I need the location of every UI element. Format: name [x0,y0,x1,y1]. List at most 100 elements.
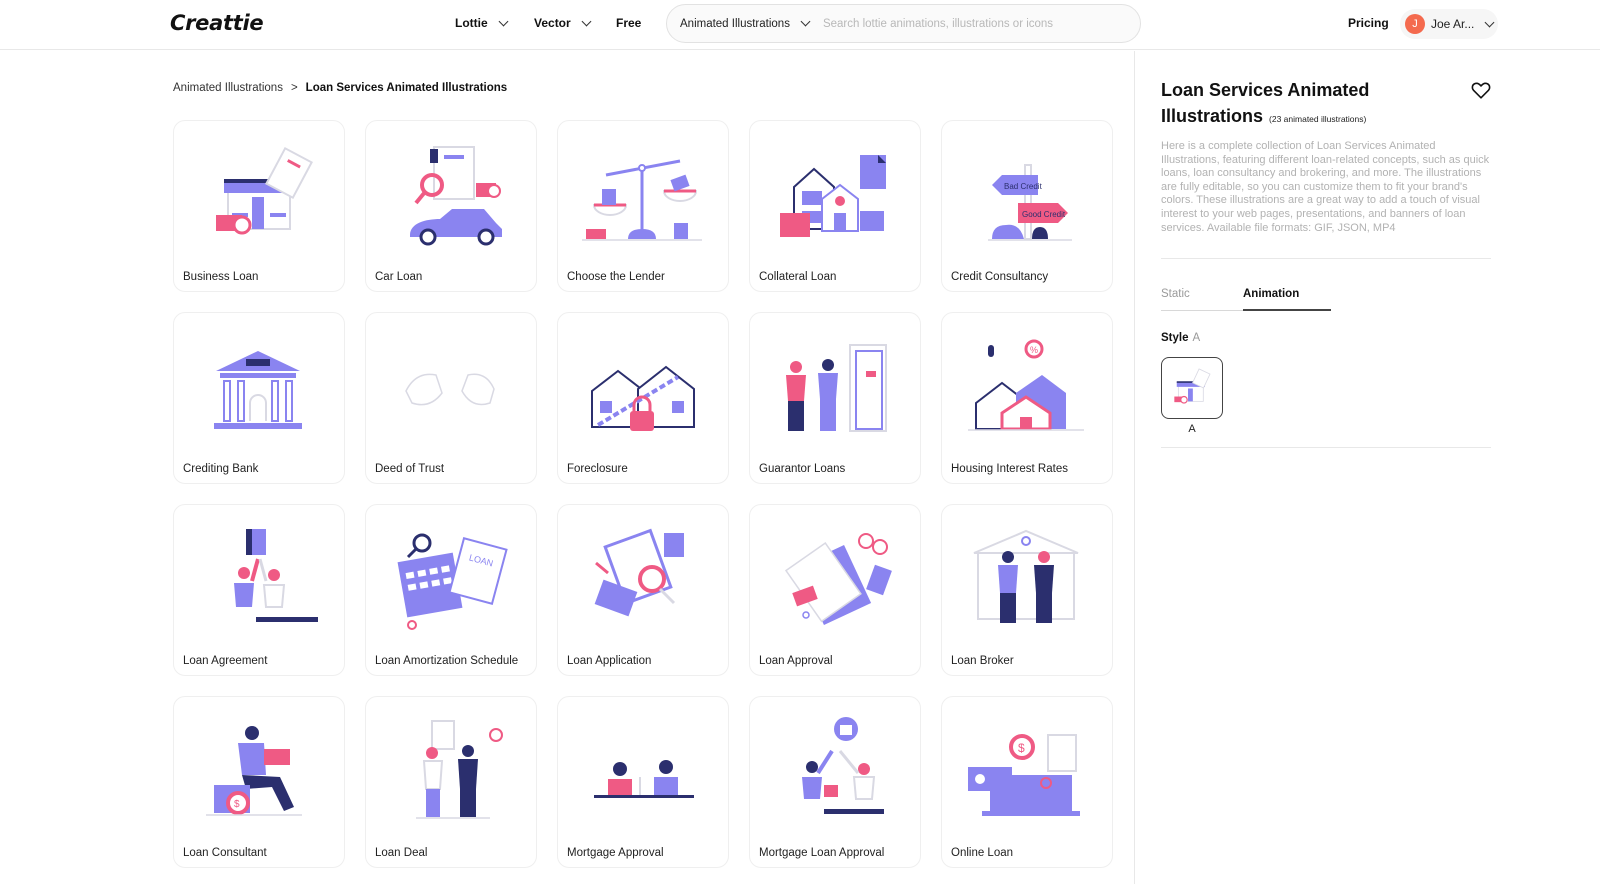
illustration-card-label: Housing Interest Rates [951,463,1068,475]
collection-description: Here is a complete collection of Loan Se… [1161,140,1490,234]
svg-text:%: % [1030,345,1038,355]
illustration-card[interactable]: Loan Agreement [173,504,345,676]
tab-static[interactable]: Static [1161,283,1243,310]
chevron-down-icon [1484,17,1495,27]
laptop-money-icon: $ [968,734,1080,816]
illustration-card[interactable]: Deed of Trust [365,312,537,484]
format-tabs: Static Animation [1161,283,1331,311]
high-five-document-icon [234,529,318,622]
illustration-card[interactable]: Collateral Loan [749,120,921,292]
house-coins-icon [780,155,886,237]
illustration-card[interactable]: Choose the Lender [557,120,729,292]
illustration-card-label: Credit Consultancy [951,271,1049,283]
house-padlock-icon [591,365,695,431]
heart-icon[interactable] [1470,79,1492,101]
style-option-a[interactable] [1161,357,1223,419]
illustration-card[interactable]: % Housing Interest Rates [941,312,1113,484]
illustration-card[interactable]: Bad Credit Good Credit Credit Consultancy [941,120,1113,292]
user-name: Joe Ar... [1431,17,1475,31]
calendar-loan-icon: LOAN [397,533,508,630]
illustration-card[interactable]: Loan Deal [365,696,537,868]
document-glasses-icon [784,533,892,625]
nav-lottie[interactable]: Lottie [455,16,509,30]
breadcrumb-parent[interactable]: Animated Illustrations [173,82,283,94]
nav-free-label: Free [616,16,642,30]
person-laptop-icon: $ [206,726,302,816]
illustration-card[interactable]: Mortgage Approval [557,696,729,868]
svg-text:Good Credit: Good Credit [1022,210,1066,219]
houses-percent-icon: % [968,339,1084,431]
illustration-card[interactable]: Car Loan [365,120,537,292]
divider [1161,258,1491,259]
illustration-card[interactable]: $ Loan Consultant [173,696,345,868]
illustration-card-label: Deed of Trust [375,463,445,475]
illustration-card-label: Car Loan [375,271,423,283]
car-document-icon [410,146,502,246]
collection-sidebar: Loan Services Animated Illustrations (23 … [1134,51,1600,884]
collection-count: (23 animated illustrations) [1269,114,1367,124]
tab-animation[interactable]: Animation [1243,283,1331,311]
style-label: Style A [1161,332,1200,344]
broker-building-icon [973,529,1079,623]
illustration-card[interactable]: Business Loan [173,120,345,292]
signpost-credit-icon: Bad Credit Good Credit [988,164,1072,241]
illustration-card-label: Loan Agreement [183,655,268,667]
illustration-card-label: Loan Amortization Schedule [375,655,519,667]
illustration-card-label: Online Loan [951,847,1014,859]
divider [1161,447,1491,448]
search-category-dropdown[interactable]: Animated Illustrations [667,16,811,30]
illustration-card-label: Loan Approval [759,655,833,667]
illustration-card[interactable]: Crediting Bank [173,312,345,484]
people-door-icon [786,344,887,432]
handshake-people-icon [416,720,503,819]
svg-text:$: $ [1018,741,1025,755]
illustration-card[interactable]: $ Online Loan [941,696,1113,868]
illustration-card[interactable]: Loan Approval [749,504,921,676]
search-input[interactable] [822,17,1123,30]
creattie-logo[interactable]: Creattie [170,11,264,35]
illustration-card[interactable]: Foreclosure [557,312,729,484]
user-menu[interactable]: J Joe Ar... [1400,9,1498,39]
balance-scale-icon [582,159,702,241]
search-category-label: Animated Illustrations [680,17,790,30]
chevron-down-icon [498,16,509,26]
illustration-card-label: Crediting Bank [183,463,259,475]
svg-text:Bad Credit: Bad Credit [1004,182,1043,191]
svg-text:$: $ [234,799,240,810]
style-option-a-label: A [1188,423,1196,435]
illustration-grid: Business Loan Car Loan Choose the Lender Co… [173,120,1113,868]
top-header: Creattie Lottie Vector Free Animated Ill… [0,0,1600,50]
illustration-card[interactable]: Loan Broker [941,504,1113,676]
avatar: J [1405,14,1425,34]
search-bar: Animated Illustrations [666,4,1141,43]
storefront-loan-icon [1174,368,1211,404]
illustration-card-label: Mortgage Loan Approval [759,847,885,859]
illustration-card-label: Loan Deal [375,847,428,859]
illustration-card-label: Guarantor Loans [759,463,846,475]
storefront-loan-icon [216,146,313,235]
illustration-card-label: Loan Broker [951,655,1014,667]
style-label-text: Style [1161,332,1189,344]
illustration-card[interactable]: Loan Application [557,504,729,676]
illustration-card[interactable]: Mortgage Loan Approval [749,696,921,868]
illustration-card[interactable]: LOAN Loan Amortization Schedule [365,504,537,676]
breadcrumb: Animated Illustrations > Loan Services A… [173,82,507,94]
illustration-card-label: Collateral Loan [759,271,837,283]
illustration-card-label: Mortgage Approval [567,847,664,859]
pricing-link[interactable]: Pricing [1348,16,1389,30]
main-content: Animated Illustrations > Loan Services A… [0,51,1134,884]
illustration-card-label: Foreclosure [567,463,628,475]
clipboard-magnifier-icon [594,528,684,617]
nav-lottie-label: Lottie [455,16,488,30]
illustration-card-label: Choose the Lender [567,271,665,283]
chevron-down-icon [800,16,811,27]
chevron-down-icon [581,16,592,26]
bank-building-icon [214,351,302,429]
nav-free[interactable]: Free [616,16,641,30]
nav-vector-label: Vector [534,16,571,30]
illustration-card[interactable]: Guarantor Loans [749,312,921,484]
nav-vector[interactable]: Vector [534,16,592,30]
high-five-house-icon [802,717,884,814]
collection-title: Loan Services Animated Illustrations (23 … [1161,77,1481,132]
illustration-card-label: Business Loan [183,271,259,283]
